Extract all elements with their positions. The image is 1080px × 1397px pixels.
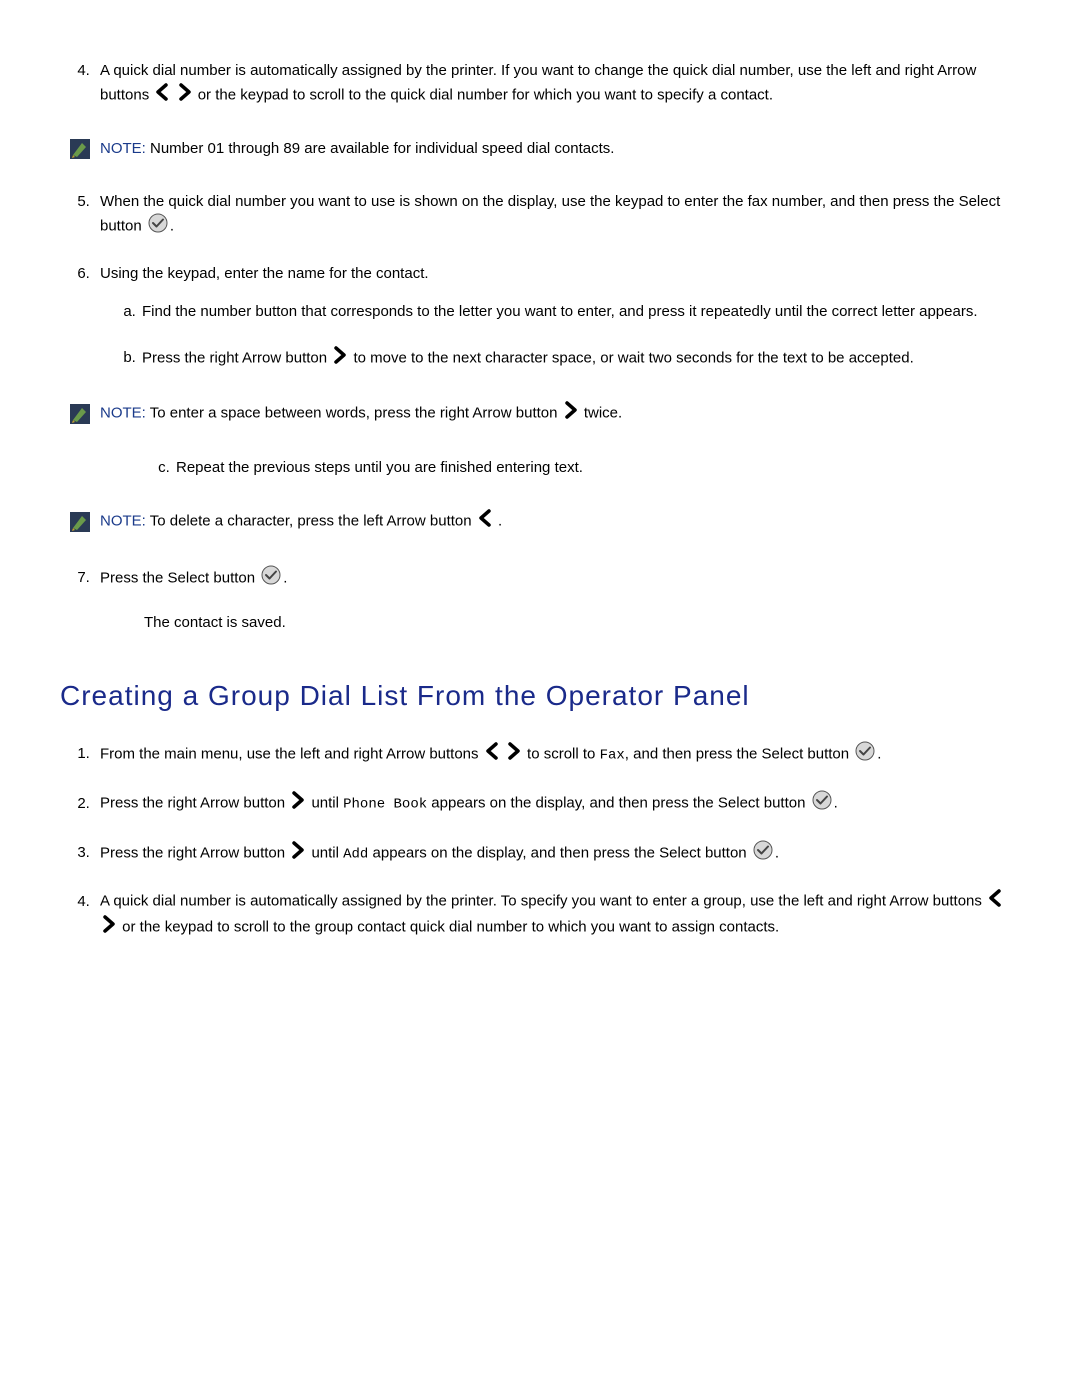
g3-text-b: until [311,844,343,861]
arrow-right-icon [290,791,306,817]
steps-list-1: A quick dial number is automatically ass… [60,60,1020,108]
select-button-icon [261,565,281,593]
step-6: Using the keypad, enter the name for the… [94,263,1020,372]
g1-text-a: From the main menu, use the left and rig… [100,745,483,762]
note-label: NOTE: [100,405,146,422]
select-button-icon [855,741,875,769]
select-button-icon [753,840,773,868]
g-step-1: From the main menu, use the left and rig… [94,741,1020,769]
arrow-right-icon [290,841,306,867]
step-6-text: Using the keypad, enter the name for the… [100,265,429,282]
g3-text-d: . [775,844,779,861]
g1-text-b: to scroll to [527,745,600,762]
g3-text-c: appears on the display, and then press t… [368,844,750,861]
g2-text-a: Press the right Arrow button [100,795,289,812]
arrow-left-icon [987,889,1003,915]
arrow-right-icon [563,401,579,427]
step-7-text-a: Press the Select button [100,569,259,586]
note-icon [70,404,90,424]
note-1-text: Number 01 through 89 are available for i… [146,140,615,157]
note-3: NOTE: To delete a character, press the l… [70,509,1020,535]
arrow-right-icon [506,742,522,768]
note-3-text-b: . [498,513,502,530]
g1-text-d: . [877,745,881,762]
step-6c: Repeat the previous steps until you are … [174,457,1020,480]
arrow-left-icon [484,742,500,768]
note-1: NOTE: Number 01 through 89 are available… [70,138,1020,161]
step-7-saved: The contact is saved. [144,612,1020,635]
steps-list-1c: Press the Select button . The contact is… [60,565,1020,635]
note-label: NOTE: [100,513,146,530]
select-button-icon [812,790,832,818]
arrow-right-icon [101,915,117,941]
step-5-text-b: . [170,218,174,235]
step-6a-text: Find the number button that corresponds … [142,303,977,320]
step-4: A quick dial number is automatically ass… [94,60,1020,108]
step-6b-text-b: to move to the next character space, or … [353,349,913,366]
g3-add: Add [343,846,368,862]
g-step-4: A quick dial number is automatically ass… [94,889,1020,940]
g3-text-a: Press the right Arrow button [100,844,289,861]
step-6c-text: Repeat the previous steps until you are … [176,459,583,476]
step-6-sublist-cont: Repeat the previous steps until you are … [134,457,1020,480]
note-icon [70,139,90,159]
step-4-text-b: or the keypad to scroll to the quick dia… [198,86,773,103]
g-step-2: Press the right Arrow button until Phone… [94,790,1020,818]
note-2: NOTE: To enter a space between words, pr… [70,401,1020,427]
step-6b-text-a: Press the right Arrow button [142,349,331,366]
g2-text-b: until [311,795,343,812]
arrow-right-icon [177,83,193,109]
note-label: NOTE: [100,140,146,157]
g4-text-a: A quick dial number is automatically ass… [100,893,986,910]
step-6a: Find the number button that corresponds … [140,301,1020,324]
g1-fax: Fax [600,747,625,763]
steps-list-1b: When the quick dial number you want to u… [60,191,1020,372]
note-3-text-a: To delete a character, press the left Ar… [146,513,476,530]
g1-text-c: , and then press the Select button [625,745,854,762]
step-7-text-b: . [283,569,287,586]
steps-list-2: From the main menu, use the left and rig… [60,741,1020,941]
step-6-sublist: Find the number button that corresponds … [100,301,1020,371]
g-step-3: Press the right Arrow button until Add a… [94,840,1020,868]
step-7: Press the Select button . The contact is… [94,565,1020,635]
step-5: When the quick dial number you want to u… [94,191,1020,241]
g2-phonebook: Phone Book [343,797,427,813]
note-2-text-b: twice. [584,405,622,422]
note-2-text-a: To enter a space between words, press th… [146,405,562,422]
g4-text-b: or the keypad to scroll to the group con… [122,918,779,935]
arrow-left-icon [154,83,170,109]
section-heading: Creating a Group Dial List From the Oper… [60,675,1020,717]
arrow-right-icon [332,346,348,372]
select-button-icon [148,213,168,241]
step-5-text-a: When the quick dial number you want to u… [100,193,1000,235]
step-6b: Press the right Arrow button to move to … [140,346,1020,372]
g2-text-d: . [834,795,838,812]
note-icon [70,512,90,532]
g2-text-c: appears on the display, and then press t… [427,795,809,812]
arrow-left-icon [477,509,493,535]
